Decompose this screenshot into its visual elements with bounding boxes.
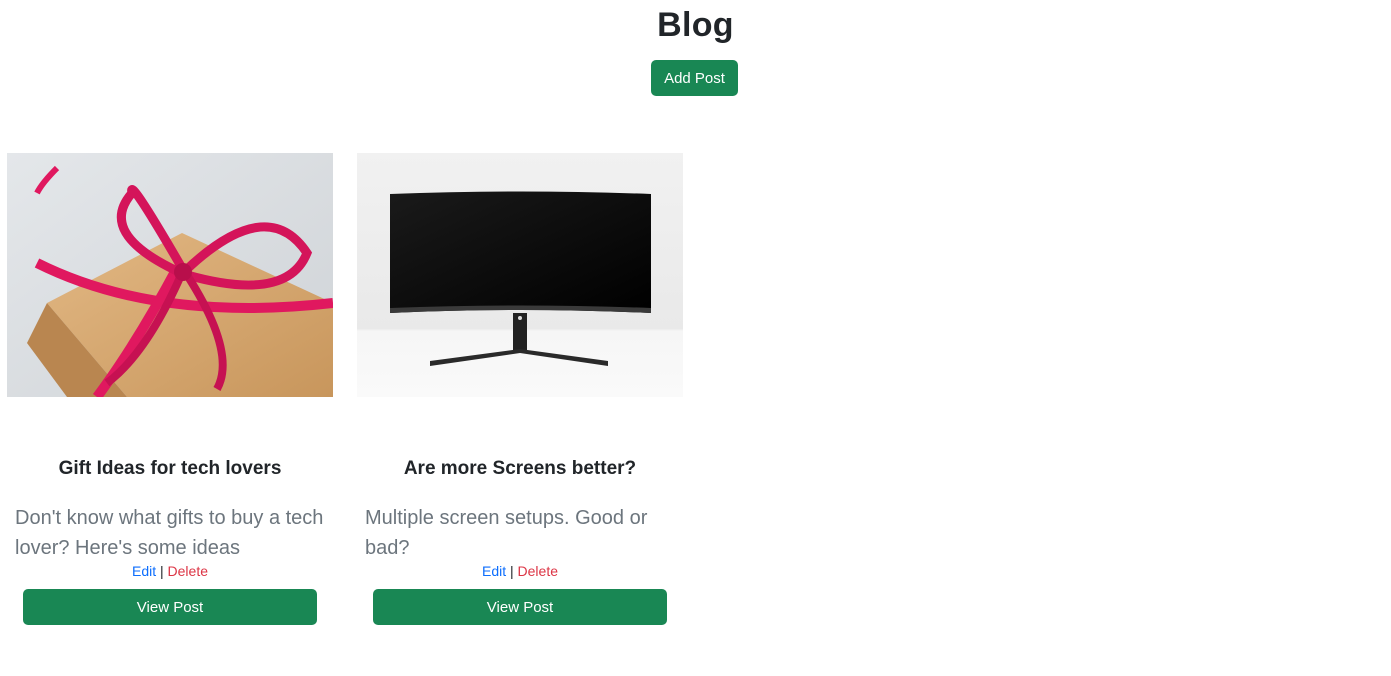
post-actions: Edit | Delete bbox=[357, 563, 683, 579]
view-post-button[interactable]: View Post bbox=[23, 589, 317, 625]
post-card: Gift Ideas for tech lovers Don't know wh… bbox=[7, 153, 333, 625]
post-actions: Edit | Delete bbox=[7, 563, 333, 579]
separator: | bbox=[160, 563, 164, 579]
separator: | bbox=[510, 563, 514, 579]
page-title: Blog bbox=[657, 6, 734, 44]
post-title: Gift Ideas for tech lovers bbox=[58, 458, 282, 479]
post-summary: Multiple screen setups. Good or bad? bbox=[365, 507, 648, 559]
post-summary: Don't know what gifts to buy a tech love… bbox=[15, 507, 324, 559]
delete-link[interactable]: Delete bbox=[518, 563, 558, 579]
edit-link[interactable]: Edit bbox=[132, 563, 156, 579]
post-image-gift bbox=[7, 153, 333, 397]
delete-link[interactable]: Delete bbox=[168, 563, 208, 579]
view-post-button[interactable]: View Post bbox=[373, 589, 667, 625]
post-card: Are more Screens better? Multiple screen… bbox=[357, 153, 683, 625]
post-image-monitor bbox=[357, 153, 683, 397]
add-post-button[interactable]: Add Post bbox=[651, 60, 738, 96]
edit-link[interactable]: Edit bbox=[482, 563, 506, 579]
post-title: Are more Screens better? bbox=[403, 458, 637, 479]
